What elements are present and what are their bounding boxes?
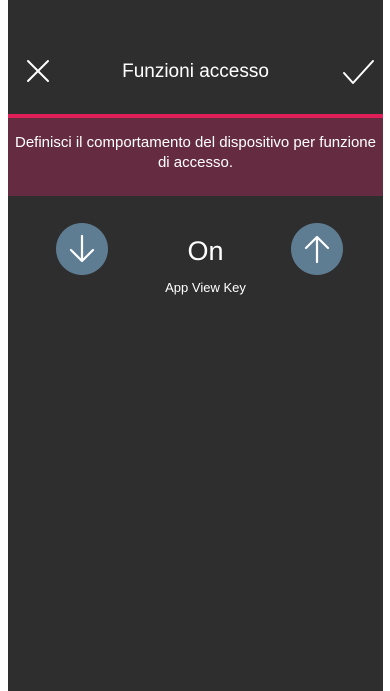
- app-screen: Funzioni accesso Definisci il comportame…: [8, 0, 383, 691]
- selected-value-label: App View Key: [165, 280, 246, 295]
- selected-value: On: [187, 236, 224, 266]
- checkmark-icon: [343, 60, 374, 84]
- arrow-up-icon: [304, 235, 330, 264]
- decrease-button[interactable]: [56, 223, 108, 275]
- info-banner: Definisci il comportamento del dispositi…: [8, 118, 383, 196]
- confirm-button[interactable]: [341, 58, 375, 86]
- info-banner-text: Definisci il comportamento del dispositi…: [14, 134, 376, 171]
- page-title: Funzioni accesso: [122, 61, 269, 82]
- increase-button[interactable]: [291, 223, 343, 275]
- top-bar: Funzioni accesso: [8, 0, 383, 114]
- arrow-down-icon: [69, 234, 95, 263]
